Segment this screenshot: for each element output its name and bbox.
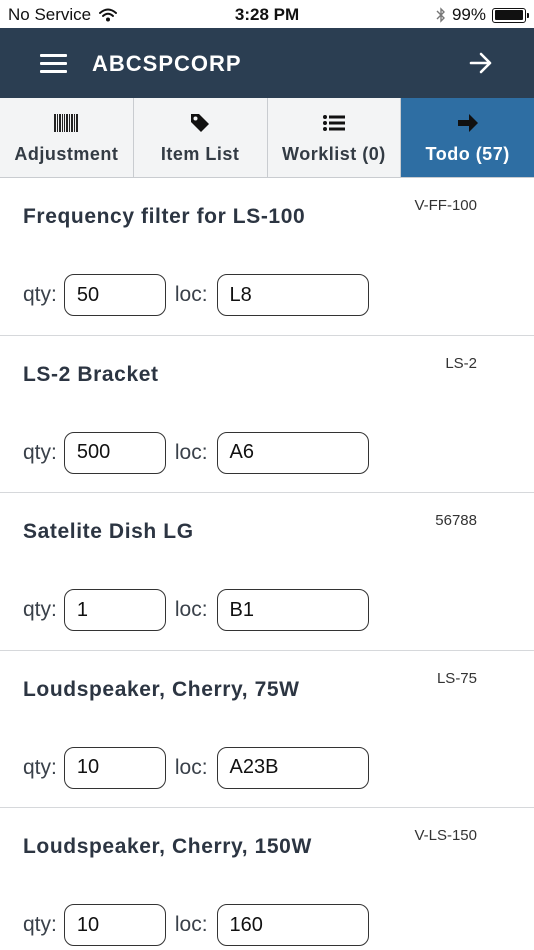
status-bar: No Service 3:28 PM 99% [0, 0, 534, 28]
battery-fill [494, 10, 524, 20]
tab-todo[interactable]: Todo (57) [401, 98, 534, 177]
tag-icon [191, 114, 210, 132]
qty-input[interactable]: 500 [63, 431, 166, 474]
qty-input[interactable]: 10 [63, 904, 166, 946]
list-icon [322, 115, 345, 131]
tab-bar: Adjustment Item List Worklist (0) Todo (… [0, 98, 534, 178]
list-item[interactable]: Loudspeaker, Cherry, 150W V-LS-150 qty: … [0, 808, 534, 950]
loc-input[interactable]: 160 [216, 904, 369, 946]
loc-input[interactable]: L8 [216, 274, 369, 316]
item-code: 56788 [435, 512, 477, 529]
app-title: ABCSPCORP [92, 51, 242, 76]
app-header: ABCSPCORP [0, 28, 534, 98]
qty-input[interactable]: 10 [63, 746, 166, 789]
list-item[interactable]: Satelite Dish LG 56788 qty: 1 loc: B1 [0, 493, 534, 651]
item-name: Loudspeaker, Cherry, 150W [23, 835, 312, 858]
item-name: Loudspeaker, Cherry, 75W [23, 677, 300, 701]
loc-label: loc: [174, 913, 208, 936]
qty-label: qty: [23, 913, 57, 936]
qty-input[interactable]: 1 [63, 589, 166, 631]
item-name: LS-2 Bracket [23, 362, 159, 386]
todo-list: Frequency filter for LS-100 V-FF-100 qty… [0, 178, 534, 950]
hamburger-icon[interactable] [40, 54, 67, 74]
tab-worklist[interactable]: Worklist (0) [267, 98, 402, 177]
tab-item-list[interactable]: Item List [133, 98, 268, 177]
loc-label: loc: [174, 755, 208, 779]
status-right: 99% [436, 5, 529, 25]
qty-input[interactable]: 50 [63, 274, 166, 316]
list-item[interactable]: Loudspeaker, Cherry, 75W LS-75 qty: 10 l… [0, 651, 534, 808]
tab-label: Worklist (0) [282, 144, 386, 164]
arrow-right-icon [457, 114, 478, 132]
battery-icon [492, 7, 529, 23]
item-code: LS-2 [445, 354, 477, 372]
list-item[interactable]: Frequency filter for LS-100 V-FF-100 qty… [0, 178, 534, 336]
item-name: Frequency filter for LS-100 [23, 205, 306, 228]
tab-label: Item List [160, 144, 240, 164]
item-code: V-LS-150 [414, 827, 477, 844]
barcode-icon [54, 114, 79, 132]
item-code: LS-75 [436, 669, 477, 687]
qty-label: qty: [23, 755, 57, 779]
qty-label: qty: [23, 440, 57, 464]
bluetooth-icon [436, 7, 445, 23]
loc-input[interactable]: B1 [216, 589, 369, 631]
loc-label: loc: [174, 598, 208, 621]
tab-label: Todo (57) [425, 144, 510, 164]
loc-label: loc: [174, 283, 208, 306]
loc-label: loc: [174, 440, 208, 464]
tab-adjustment[interactable]: Adjustment [0, 98, 134, 177]
item-name: Satelite Dish LG [23, 520, 194, 543]
item-code: V-FF-100 [414, 197, 477, 214]
arrow-right-icon[interactable] [468, 50, 494, 76]
qty-label: qty: [23, 598, 57, 621]
battery-percent: 99% [451, 5, 486, 24]
tab-label: Adjustment [14, 144, 119, 164]
loc-input[interactable]: A23B [216, 746, 369, 789]
loc-input[interactable]: A6 [216, 431, 369, 474]
qty-label: qty: [23, 283, 57, 306]
list-item[interactable]: LS-2 Bracket LS-2 qty: 500 loc: A6 [0, 336, 534, 493]
